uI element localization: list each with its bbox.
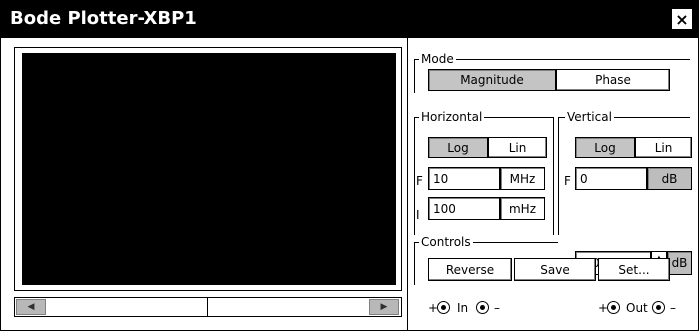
close-button[interactable]: × — [671, 8, 693, 30]
arrow-left-icon: ◀ — [27, 302, 35, 312]
horizontal-final-field[interactable]: 10 — [428, 167, 500, 190]
horizontal-initial-prefix: I — [416, 208, 420, 222]
horizontal-final-unit[interactable]: MHz — [500, 167, 545, 190]
in-terminal-label: In — [457, 301, 469, 315]
vertical-final-field[interactable]: 0 — [575, 167, 647, 190]
vertical-log-button[interactable]: Log — [575, 137, 635, 158]
vertical-group-border-left — [558, 117, 559, 235]
horizontal-group-label: Horizontal — [419, 110, 485, 124]
horizontal-group-border-right — [553, 117, 554, 235]
in-plus-terminal-icon[interactable] — [437, 301, 450, 314]
controls-group-label: Controls — [419, 235, 473, 249]
horizontal-initial-unit[interactable]: mHz — [500, 197, 545, 220]
out-terminal-label: Out — [626, 301, 648, 315]
panel-divider — [407, 38, 408, 331]
in-minus-sign: – — [494, 301, 500, 315]
horizontal-final-prefix: F — [416, 174, 423, 188]
cursor-marker[interactable] — [207, 298, 208, 316]
magnitude-button[interactable]: Magnitude — [428, 69, 556, 91]
mode-group-label: Mode — [419, 52, 456, 66]
in-minus-terminal-icon[interactable] — [476, 301, 489, 314]
horizontal-initial-field[interactable]: 100 — [428, 197, 500, 220]
window-title: Bode Plotter-XBP1 — [10, 8, 197, 29]
vertical-final-unit[interactable]: dB — [647, 167, 692, 190]
mode-group-border — [414, 59, 415, 93]
vertical-lin-button[interactable]: Lin — [635, 137, 692, 158]
out-minus-sign: – — [670, 301, 676, 315]
cursor-left-button[interactable]: ◀ — [16, 299, 46, 315]
vertical-initial-unit[interactable]: dB — [667, 251, 692, 275]
horizontal-lin-button[interactable]: Lin — [488, 137, 547, 158]
vertical-group-label: Vertical — [565, 110, 614, 124]
plot-screen[interactable] — [22, 53, 396, 285]
out-minus-terminal-icon[interactable] — [652, 301, 665, 314]
save-button[interactable]: Save — [514, 258, 596, 281]
arrow-right-icon: ▶ — [380, 302, 388, 312]
reverse-button[interactable]: Reverse — [428, 258, 512, 281]
vertical-final-prefix: F — [564, 174, 571, 188]
cursor-right-button[interactable]: ▶ — [369, 299, 399, 315]
horizontal-group-border-left — [414, 117, 415, 235]
phase-button[interactable]: Phase — [556, 69, 670, 91]
cursor-scrollbar[interactable] — [14, 297, 402, 317]
set-button[interactable]: Set... — [598, 258, 670, 281]
controls-group-border-left — [414, 242, 415, 285]
out-plus-terminal-icon[interactable] — [607, 301, 620, 314]
horizontal-log-button[interactable]: Log — [428, 137, 488, 158]
close-icon: × — [675, 9, 689, 29]
